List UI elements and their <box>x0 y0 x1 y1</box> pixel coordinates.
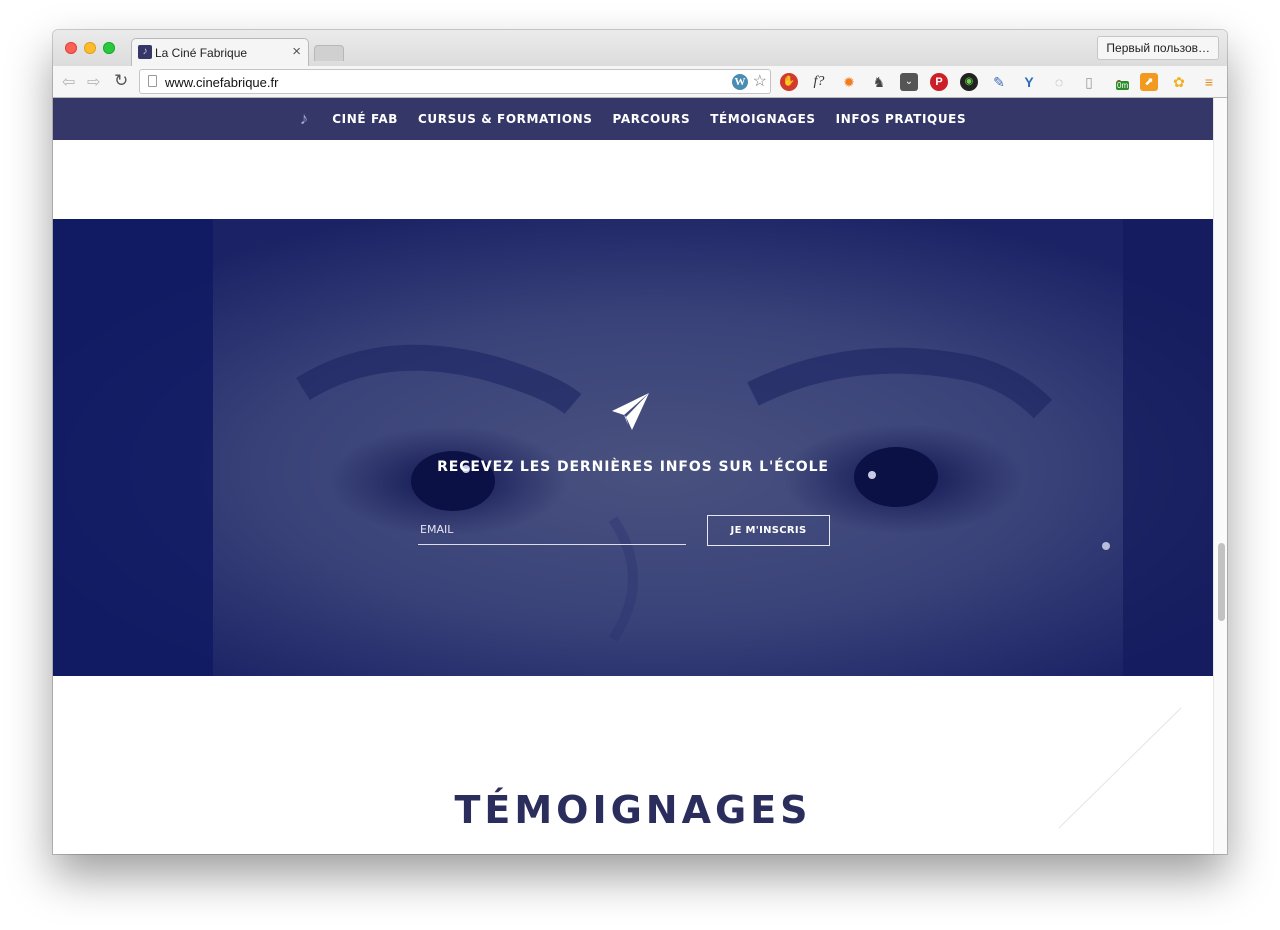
hola-icon[interactable]: ✹ <box>840 73 858 91</box>
reader-icon[interactable]: ▯ <box>1080 73 1098 91</box>
subscribe-button[interactable]: JE M'INSCRIS <box>707 515 830 546</box>
analytics-icon[interactable]: ⬈ <box>1140 73 1158 91</box>
timer-icon[interactable]: ●0m <box>1110 73 1130 91</box>
nav-link-infos-pratiques[interactable]: INFOS PRATIQUES <box>836 112 967 126</box>
extension-icons: ✋ f? ✹ ♞ ⌄ P ◉ ✎ Y ◌ ▯ ●0m ⬈ ✿ ≡ <box>780 73 1218 91</box>
browser-toolbar: ⇦ ⇨ ↻ www.cinefabrique.fr W ☆ ✋ f? ✹ ♞ ⌄… <box>53 66 1227 98</box>
whatfont-icon[interactable]: f? <box>810 73 828 91</box>
newsletter-hero: RECEVEZ LES DERNIÈRES INFOS SUR L'ÉCOLE … <box>53 219 1213 676</box>
nav-link-temoignages[interactable]: TÉMOIGNAGES <box>710 112 815 126</box>
wordpress-icon[interactable]: W <box>732 74 748 90</box>
pinterest-icon[interactable]: P <box>930 73 948 91</box>
pocket-icon[interactable]: ⌄ <box>900 73 918 91</box>
email-input[interactable] <box>418 515 686 545</box>
loading-icon[interactable]: ◌ <box>1050 73 1068 91</box>
page-viewport: ♪ CINÉ FAB CURSUS & FORMATIONS PARCOURS … <box>53 98 1213 854</box>
vimium-icon[interactable]: Y <box>1020 73 1038 91</box>
tab-title: La Ciné Fabrique <box>155 46 248 60</box>
evernote-icon[interactable]: ♞ <box>870 73 888 91</box>
colorpicker-icon[interactable]: ✎ <box>990 73 1008 91</box>
scrollbar-thumb[interactable] <box>1218 543 1225 621</box>
newsletter-title: RECEVEZ LES DERNIÈRES INFOS SUR L'ÉCOLE <box>437 459 829 475</box>
window-maximize-button[interactable] <box>103 42 115 54</box>
bookmark-star-icon[interactable]: ☆ <box>753 71 767 91</box>
timer-badge: 0m <box>1116 81 1130 90</box>
hero-background-photo <box>53 219 1213 676</box>
window-minimize-button[interactable] <box>84 42 96 54</box>
address-bar[interactable]: www.cinefabrique.fr W ☆ <box>139 69 771 94</box>
testimonials-title: TÉMOIGNAGES <box>454 788 812 832</box>
forward-arrow-icon[interactable]: ⇨ <box>87 72 100 92</box>
page-icon <box>148 75 157 87</box>
paper-plane-icon <box>612 393 649 430</box>
site-logo-icon[interactable]: ♪ <box>300 109 309 129</box>
nav-link-cine-fab[interactable]: CINÉ FAB <box>332 112 398 126</box>
tab-close-icon[interactable]: × <box>292 43 301 60</box>
nav-link-parcours[interactable]: PARCOURS <box>613 112 691 126</box>
page-scrollbar[interactable] <box>1213 98 1227 854</box>
adblock-icon[interactable]: ✋ <box>780 73 798 91</box>
menu-icon[interactable]: ≡ <box>1200 73 1218 91</box>
browser-window: ♪ La Ciné Fabrique × Первый пользов… ⇦ ⇨… <box>53 30 1227 854</box>
screenshot-icon[interactable]: ◉ <box>960 73 978 91</box>
new-tab-button[interactable] <box>314 45 344 61</box>
url-text[interactable]: www.cinefabrique.fr <box>165 75 278 90</box>
title-bar: ♪ La Ciné Fabrique × Первый пользов… <box>53 30 1227 66</box>
site-favicon-icon: ♪ <box>138 45 152 59</box>
window-close-button[interactable] <box>65 42 77 54</box>
nav-link-cursus-formations[interactable]: CURSUS & FORMATIONS <box>418 112 593 126</box>
pinwheel-icon[interactable]: ✿ <box>1170 73 1188 91</box>
browser-tab[interactable]: ♪ La Ciné Fabrique × <box>131 38 309 66</box>
reload-icon[interactable]: ↻ <box>114 71 128 91</box>
back-arrow-icon[interactable]: ⇦ <box>62 72 75 92</box>
profile-button[interactable]: Первый пользов… <box>1097 36 1219 60</box>
site-navigation: ♪ CINÉ FAB CURSUS & FORMATIONS PARCOURS … <box>53 98 1213 140</box>
